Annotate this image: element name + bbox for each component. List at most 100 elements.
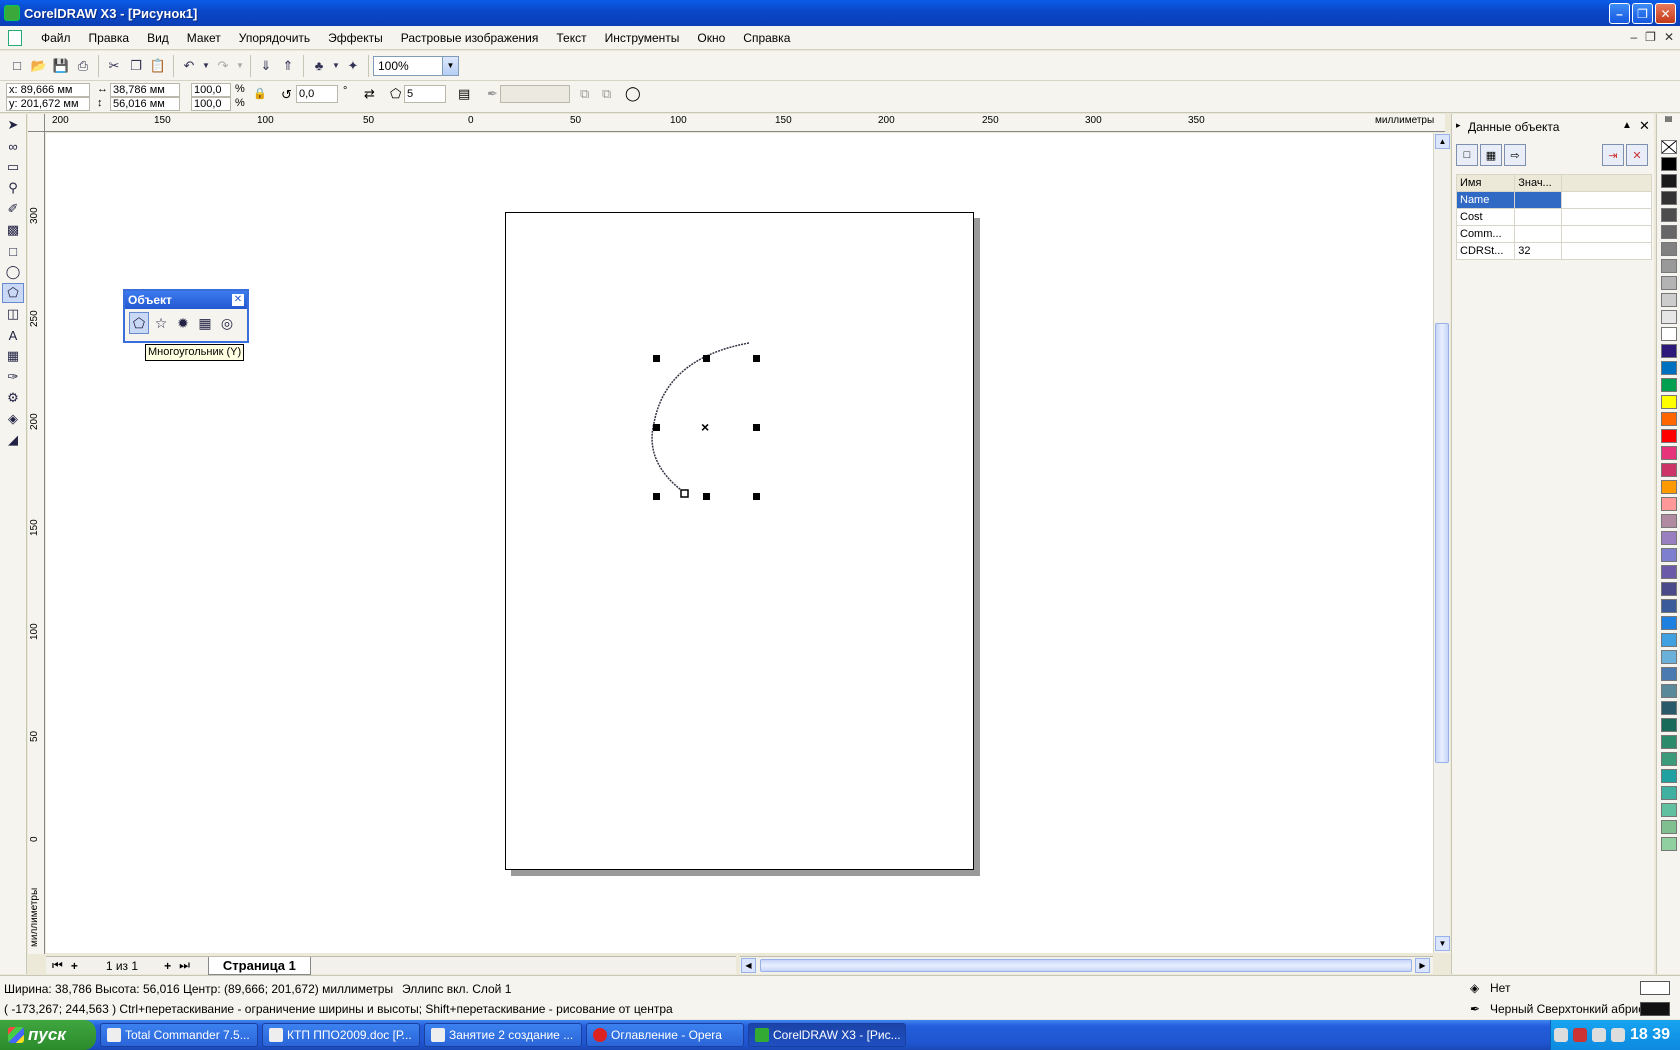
field-editor-icon[interactable]: ▦ [1480, 144, 1502, 166]
launcher-dropdown-icon[interactable]: ▼ [331, 56, 341, 76]
table-row[interactable]: CDRSt... 32 [1455, 242, 1652, 260]
menu-file[interactable]: Файл [32, 31, 80, 45]
basic-shapes-tool-icon[interactable]: ◫ [2, 304, 24, 324]
pick-tool-icon[interactable]: ➤ [2, 115, 24, 135]
column-header-name[interactable]: Имя [1455, 174, 1516, 192]
color-swatch[interactable] [1661, 310, 1677, 324]
color-swatch[interactable] [1661, 344, 1677, 358]
menu-edit[interactable]: Правка [80, 31, 139, 45]
color-swatch[interactable] [1661, 429, 1677, 443]
color-swatch[interactable] [1661, 650, 1677, 664]
fill-tool-icon[interactable]: ◈ [2, 409, 24, 429]
color-swatch[interactable] [1661, 752, 1677, 766]
doc-restore-icon[interactable]: ❐ [1645, 30, 1656, 44]
menu-text[interactable]: Текст [547, 31, 595, 45]
color-swatch[interactable] [1661, 157, 1677, 171]
clear-field-icon[interactable]: ⇥ [1602, 144, 1624, 166]
color-swatch[interactable] [1661, 174, 1677, 188]
page-tab-1[interactable]: Страница 1 [207, 956, 311, 975]
menu-view[interactable]: Вид [138, 31, 178, 45]
selection-handle[interactable] [753, 493, 760, 500]
horizontal-ruler[interactable]: 200 150 100 50 0 50 100 150 200 250 300 … [45, 114, 1445, 132]
redo-dropdown-icon[interactable]: ▼ [235, 56, 245, 76]
color-swatch[interactable] [1661, 820, 1677, 834]
cut-icon[interactable]: ✂ [104, 56, 124, 76]
selection-handle[interactable] [703, 493, 710, 500]
color-swatch[interactable] [1661, 701, 1677, 715]
fill-status-icon[interactable]: ◈ [1470, 981, 1479, 995]
color-swatch[interactable] [1661, 259, 1677, 273]
outline-color-swatch[interactable] [1640, 1002, 1670, 1016]
color-swatch[interactable] [1661, 718, 1677, 732]
taskbar-item-coreldraw[interactable]: CorelDRAW X3 - [Рис... [748, 1023, 906, 1047]
outline-tool-icon[interactable]: ⚙ [2, 388, 24, 408]
taskbar-item-opera[interactable]: Оглавление - Opera [586, 1023, 744, 1047]
selection-handle[interactable] [653, 424, 660, 431]
delete-field-icon[interactable]: ✕ [1626, 144, 1648, 166]
doc-minimize-icon[interactable]: – [1630, 30, 1637, 44]
drawing-canvas[interactable]: × [46, 133, 1433, 953]
redo-icon[interactable]: ↷ [213, 56, 233, 76]
color-swatch[interactable] [1661, 497, 1677, 511]
last-page-icon[interactable]: ⏭ [179, 958, 190, 973]
zoom-levels-dropdown[interactable]: 100% ▼ [373, 55, 459, 76]
vertical-scroll-thumb[interactable] [1435, 323, 1449, 763]
selection-handle[interactable] [653, 493, 660, 500]
color-swatch[interactable] [1661, 531, 1677, 545]
paste-icon[interactable]: 📋 [148, 56, 168, 76]
color-swatch[interactable] [1661, 565, 1677, 579]
interactive-blend-tool-icon[interactable]: ▦ [2, 346, 24, 366]
ruler-origin[interactable] [28, 114, 45, 132]
fill-color-swatch[interactable] [1640, 981, 1670, 995]
lock-ratio-icon[interactable]: 🔒 [253, 87, 267, 100]
color-swatch[interactable] [1661, 480, 1677, 494]
selection-handle[interactable] [703, 355, 710, 362]
selected-arc-shape[interactable] [46, 133, 1433, 953]
color-swatch[interactable] [1661, 769, 1677, 783]
selection-handle[interactable] [753, 355, 760, 362]
copy-icon[interactable]: ❐ [126, 56, 146, 76]
chevron-down-icon[interactable]: ▼ [442, 56, 458, 75]
color-swatch[interactable] [1661, 786, 1677, 800]
doc-close-icon[interactable]: ✕ [1664, 30, 1674, 44]
palette-options-icon[interactable]: ▤ [1657, 114, 1680, 123]
object-height-field[interactable]: 56,016 мм [110, 97, 180, 111]
taskbar-item-word[interactable]: КТП ППО2009.doc [Р... [262, 1023, 420, 1047]
combine-icon[interactable]: ⧉ [602, 86, 611, 102]
graph-paper-icon[interactable]: ▦ [195, 312, 215, 334]
color-swatch[interactable] [1661, 191, 1677, 205]
table-row[interactable]: Cost [1455, 208, 1652, 226]
scroll-up-icon[interactable]: ▲ [1435, 134, 1450, 149]
language-icon[interactable] [1591, 1028, 1606, 1042]
wrap-text-icon[interactable]: ▤ [458, 86, 470, 102]
color-swatch[interactable] [1661, 378, 1677, 392]
first-page-icon[interactable]: ⏮ [52, 958, 63, 973]
selection-handle[interactable] [753, 424, 760, 431]
network-icon[interactable] [1553, 1028, 1568, 1042]
no-color-swatch[interactable] [1661, 140, 1677, 154]
undo-dropdown-icon[interactable]: ▼ [201, 56, 211, 76]
rectangle-tool-icon[interactable]: □ [2, 241, 24, 261]
document-icon[interactable] [8, 29, 22, 46]
color-swatch[interactable] [1661, 276, 1677, 290]
new-document-icon[interactable]: □ [7, 56, 27, 76]
color-swatch[interactable] [1661, 514, 1677, 528]
menu-bitmaps[interactable]: Растровые изображения [392, 31, 548, 45]
row-value[interactable] [1514, 208, 1562, 226]
color-swatch[interactable] [1661, 548, 1677, 562]
color-swatch[interactable] [1661, 735, 1677, 749]
vertical-ruler[interactable]: 300 250 200 150 100 50 0 миллиметры [28, 132, 45, 954]
interactive-fill-tool-icon[interactable]: ◢ [2, 430, 24, 450]
selection-handle[interactable] [653, 355, 660, 362]
menu-tools[interactable]: Инструменты [596, 31, 689, 45]
scroll-down-icon[interactable]: ▼ [1435, 936, 1450, 951]
taskbar-item-total-commander[interactable]: Total Commander 7.5... [100, 1023, 258, 1047]
color-swatch[interactable] [1661, 837, 1677, 851]
volume-icon[interactable] [1610, 1028, 1625, 1042]
horizontal-scroll-thumb[interactable] [760, 959, 1412, 972]
minimize-button[interactable]: – [1609, 3, 1630, 24]
color-swatch[interactable] [1661, 327, 1677, 341]
maximize-button[interactable]: ❐ [1632, 3, 1653, 24]
object-width-field[interactable]: 38,786 мм [110, 83, 180, 97]
flyout-close-icon[interactable]: ✕ [232, 294, 244, 306]
